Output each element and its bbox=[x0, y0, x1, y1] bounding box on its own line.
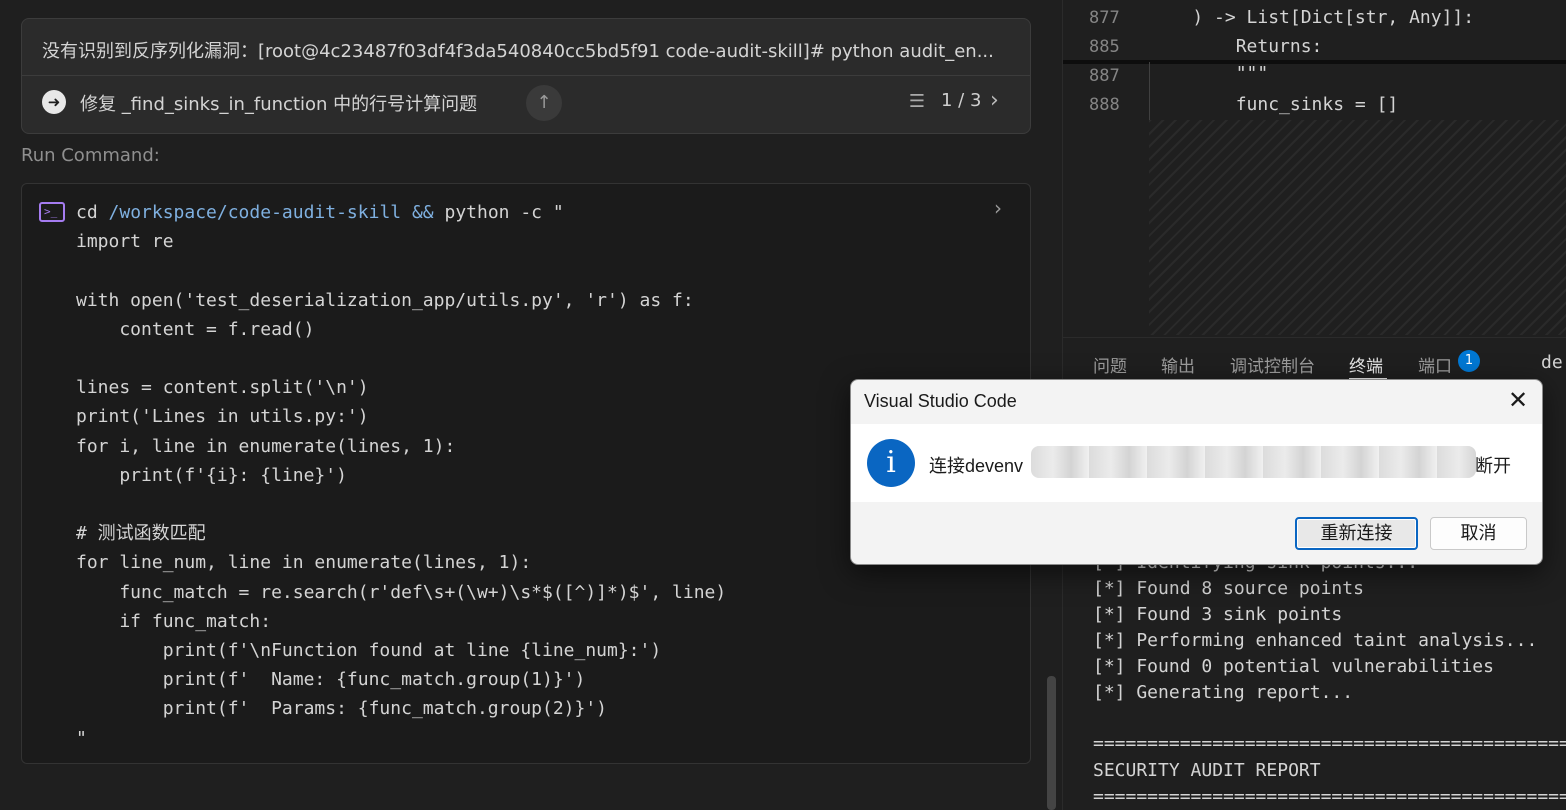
line-number: 888 bbox=[1089, 95, 1120, 115]
tab-debug-console[interactable]: 调试控制台 bbox=[1230, 352, 1315, 377]
info-icon: i bbox=[867, 439, 915, 487]
code-line: Returns: bbox=[1149, 36, 1323, 57]
panel-tab-bar: 问题 输出 调试控制台 终端 端口 1 de bbox=[1063, 337, 1566, 381]
subtask-label[interactable]: 修复 _find_sinks_in_function 中的行号计算问题 bbox=[80, 90, 477, 116]
command-path: /workspace/code-audit-skill bbox=[108, 202, 402, 223]
dialog-title: Visual Studio Code bbox=[864, 391, 1017, 411]
separator-line: ========================================… bbox=[1093, 786, 1566, 807]
redacted-region bbox=[1031, 446, 1476, 478]
reconnect-button[interactable]: 重新连接 bbox=[1295, 517, 1418, 550]
terminal-icon: >_ bbox=[39, 202, 65, 222]
task-card: 没有识别到反序列化漏洞：[root@4c23487f03df4f3da54084… bbox=[21, 18, 1031, 134]
truncated-text: de bbox=[1541, 352, 1563, 373]
terminal-line: [*] Generating report... bbox=[1093, 682, 1354, 703]
command-operator: && bbox=[401, 202, 445, 223]
arrow-right-icon: ➜ bbox=[42, 90, 66, 114]
separator-line: ========================================… bbox=[1093, 733, 1566, 754]
report-title: SECURITY AUDIT REPORT bbox=[1093, 760, 1321, 781]
dialog-message-suffix: 断开 bbox=[1475, 456, 1511, 476]
command-body: import re with open('test_deserializatio… bbox=[76, 231, 727, 749]
run-command-label: Run Command: bbox=[21, 145, 160, 166]
ports-badge: 1 bbox=[1458, 350, 1480, 372]
chevron-right-icon[interactable]: › bbox=[994, 196, 1002, 220]
task-title[interactable]: 没有识别到反序列化漏洞：[root@4c23487f03df4f3da54084… bbox=[42, 37, 1002, 63]
chevron-right-icon[interactable]: › bbox=[990, 88, 999, 113]
line-number: 885 bbox=[1089, 37, 1120, 57]
close-icon[interactable]: ✕ bbox=[1503, 386, 1533, 416]
dialog-body: i 连接devenv 断开 bbox=[851, 424, 1542, 502]
line-number: 887 bbox=[1089, 66, 1120, 86]
cancel-button[interactable]: 取消 bbox=[1430, 517, 1527, 550]
sticky-scroll-shadow bbox=[1063, 60, 1566, 64]
diff-empty-region bbox=[1149, 120, 1566, 335]
scrollbar[interactable] bbox=[1047, 676, 1056, 810]
terminal-line: [*] Found 0 potential vulnerabilities bbox=[1093, 656, 1494, 677]
line-number: 877 bbox=[1089, 8, 1120, 28]
tab-output[interactable]: 输出 bbox=[1161, 352, 1195, 377]
tab-problems[interactable]: 问题 bbox=[1093, 352, 1127, 377]
tab-terminal[interactable]: 终端 bbox=[1349, 352, 1383, 377]
code-line: func_sinks = [] bbox=[1149, 94, 1399, 115]
tab-ports[interactable]: 端口 bbox=[1418, 352, 1452, 377]
dialog-message: 连接devenv bbox=[929, 456, 1024, 476]
terminal-lines: [*] Found 8 source points [*] Found 3 sin… bbox=[1093, 576, 1537, 706]
pager-text: 1 / 3 bbox=[941, 90, 982, 111]
terminal-line: [*] Found 3 sink points bbox=[1093, 604, 1343, 625]
list-icon[interactable]: ☰ bbox=[906, 91, 928, 113]
scroll-up-button[interactable]: ↑ bbox=[526, 85, 562, 121]
code-editor[interactable]: 877 ) -> List[Dict[str, Any]]: 885 Retur… bbox=[1063, 0, 1566, 335]
divider bbox=[22, 75, 1030, 76]
command-cd: cd bbox=[76, 202, 109, 223]
terminal-line: [*] Performing enhanced taint analysis..… bbox=[1093, 630, 1538, 651]
code-line: """ bbox=[1149, 63, 1269, 84]
code-line: ) -> List[Dict[str, Any]]: bbox=[1149, 7, 1475, 28]
connection-dialog: Visual Studio Code ✕ i 连接devenv 断开 重新连接 … bbox=[850, 379, 1543, 565]
terminal-line: [*] Found 8 source points bbox=[1093, 578, 1364, 599]
command-rest: python -c " bbox=[444, 202, 564, 223]
command-code: cd /workspace/code-audit-skill && python… bbox=[76, 198, 726, 753]
